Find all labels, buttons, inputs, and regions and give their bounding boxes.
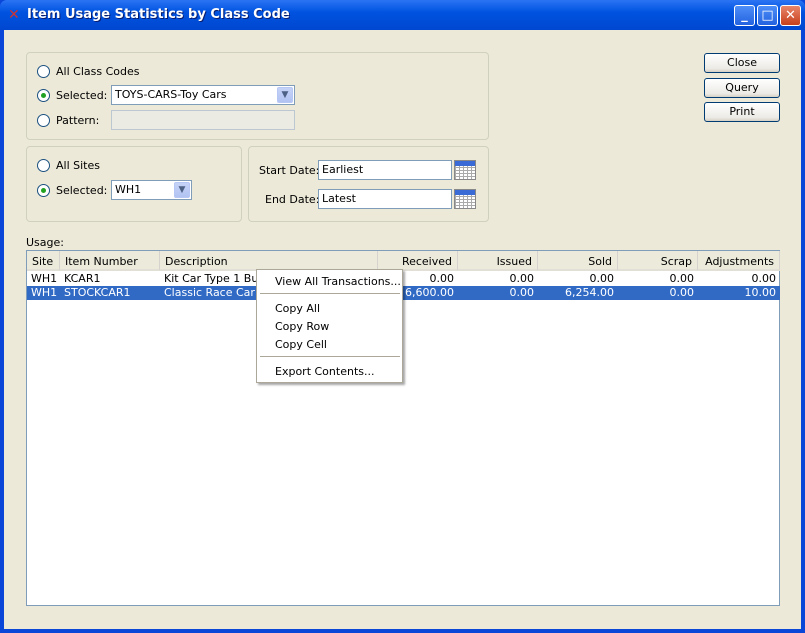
column-header-scrap[interactable]: Scrap	[618, 251, 698, 271]
menu-item-view-all-transactions[interactable]: View All Transactions...	[275, 275, 401, 288]
start-date-label: Start Date:	[259, 164, 320, 177]
cell-site[interactable]: WH1	[27, 272, 60, 286]
pattern-label: Pattern:	[56, 114, 100, 127]
selected-site-radio[interactable]	[37, 184, 50, 197]
pattern-input[interactable]	[111, 110, 295, 130]
menu-separator	[260, 356, 400, 357]
all-sites-label: All Sites	[56, 159, 100, 172]
selected-class-code-radio[interactable]	[37, 89, 50, 102]
window-title: Item Usage Statistics by Class Code	[27, 7, 290, 22]
menu-item-export-contents[interactable]: Export Contents...	[275, 365, 374, 378]
cell-issued[interactable]: 0.00	[458, 272, 538, 286]
menu-separator	[260, 293, 400, 294]
minimize-button[interactable]: _	[734, 5, 755, 26]
column-header-received[interactable]: Received	[378, 251, 458, 271]
close-window-button[interactable]: ✕	[780, 5, 801, 26]
cell-item-number[interactable]: KCAR1	[60, 272, 160, 286]
end-date-input[interactable]: Latest	[318, 189, 452, 209]
close-button[interactable]: Close	[704, 53, 780, 73]
column-header-description[interactable]: Description	[160, 251, 378, 271]
column-header-item-number[interactable]: Item Number	[60, 251, 160, 271]
cell-sold[interactable]: 6,254.00	[538, 286, 618, 300]
site-value: WH1	[115, 183, 142, 196]
usage-table[interactable]: Site Item Number Description Received Issued…	[26, 250, 780, 606]
cell-scrap[interactable]: 0.00	[618, 272, 698, 286]
cell-site[interactable]: WH1	[27, 286, 60, 300]
site-combo[interactable]: WH1 ▼	[111, 180, 192, 200]
menu-item-copy-row[interactable]: Copy Row	[275, 320, 329, 333]
selected-site-label: Selected:	[56, 184, 108, 197]
app-x-icon: ✕	[8, 7, 20, 23]
pattern-radio[interactable]	[37, 114, 50, 127]
maximize-button[interactable]: □	[757, 5, 778, 26]
cell-scrap[interactable]: 0.00	[618, 286, 698, 300]
cell-sold[interactable]: 0.00	[538, 272, 618, 286]
cell-issued[interactable]: 0.00	[458, 286, 538, 300]
end-date-label: End Date:	[265, 193, 320, 206]
cell-adjustments[interactable]: 10.00	[698, 286, 780, 300]
menu-item-copy-cell[interactable]: Copy Cell	[275, 338, 327, 351]
class-code-combo[interactable]: TOYS-CARS-Toy Cars ▼	[111, 85, 295, 105]
class-code-value: TOYS-CARS-Toy Cars	[115, 88, 227, 101]
all-sites-radio[interactable]	[37, 159, 50, 172]
calendar-icon[interactable]	[454, 160, 476, 180]
context-menu: View All Transactions... Copy All Copy Row…	[256, 269, 403, 383]
print-button[interactable]: Print	[704, 102, 780, 122]
selected-label: Selected:	[56, 89, 108, 102]
chevron-down-icon[interactable]: ▼	[277, 87, 293, 103]
all-class-codes-label: All Class Codes	[56, 65, 140, 78]
column-header-sold[interactable]: Sold	[538, 251, 618, 271]
start-date-input[interactable]: Earliest	[318, 160, 452, 180]
all-class-codes-radio[interactable]	[37, 65, 50, 78]
menu-item-copy-all[interactable]: Copy All	[275, 302, 320, 315]
cell-item-number[interactable]: STOCKCAR1	[60, 286, 160, 300]
usage-label: Usage:	[26, 236, 64, 249]
chevron-down-icon[interactable]: ▼	[174, 182, 190, 198]
column-header-issued[interactable]: Issued	[458, 251, 538, 271]
query-button[interactable]: Query	[704, 78, 780, 98]
column-header-adjustments[interactable]: Adjustments	[698, 251, 780, 271]
calendar-icon[interactable]	[454, 189, 476, 209]
dates-group	[248, 146, 489, 222]
column-header-site[interactable]: Site	[27, 251, 60, 271]
cell-adjustments[interactable]: 0.00	[698, 272, 780, 286]
